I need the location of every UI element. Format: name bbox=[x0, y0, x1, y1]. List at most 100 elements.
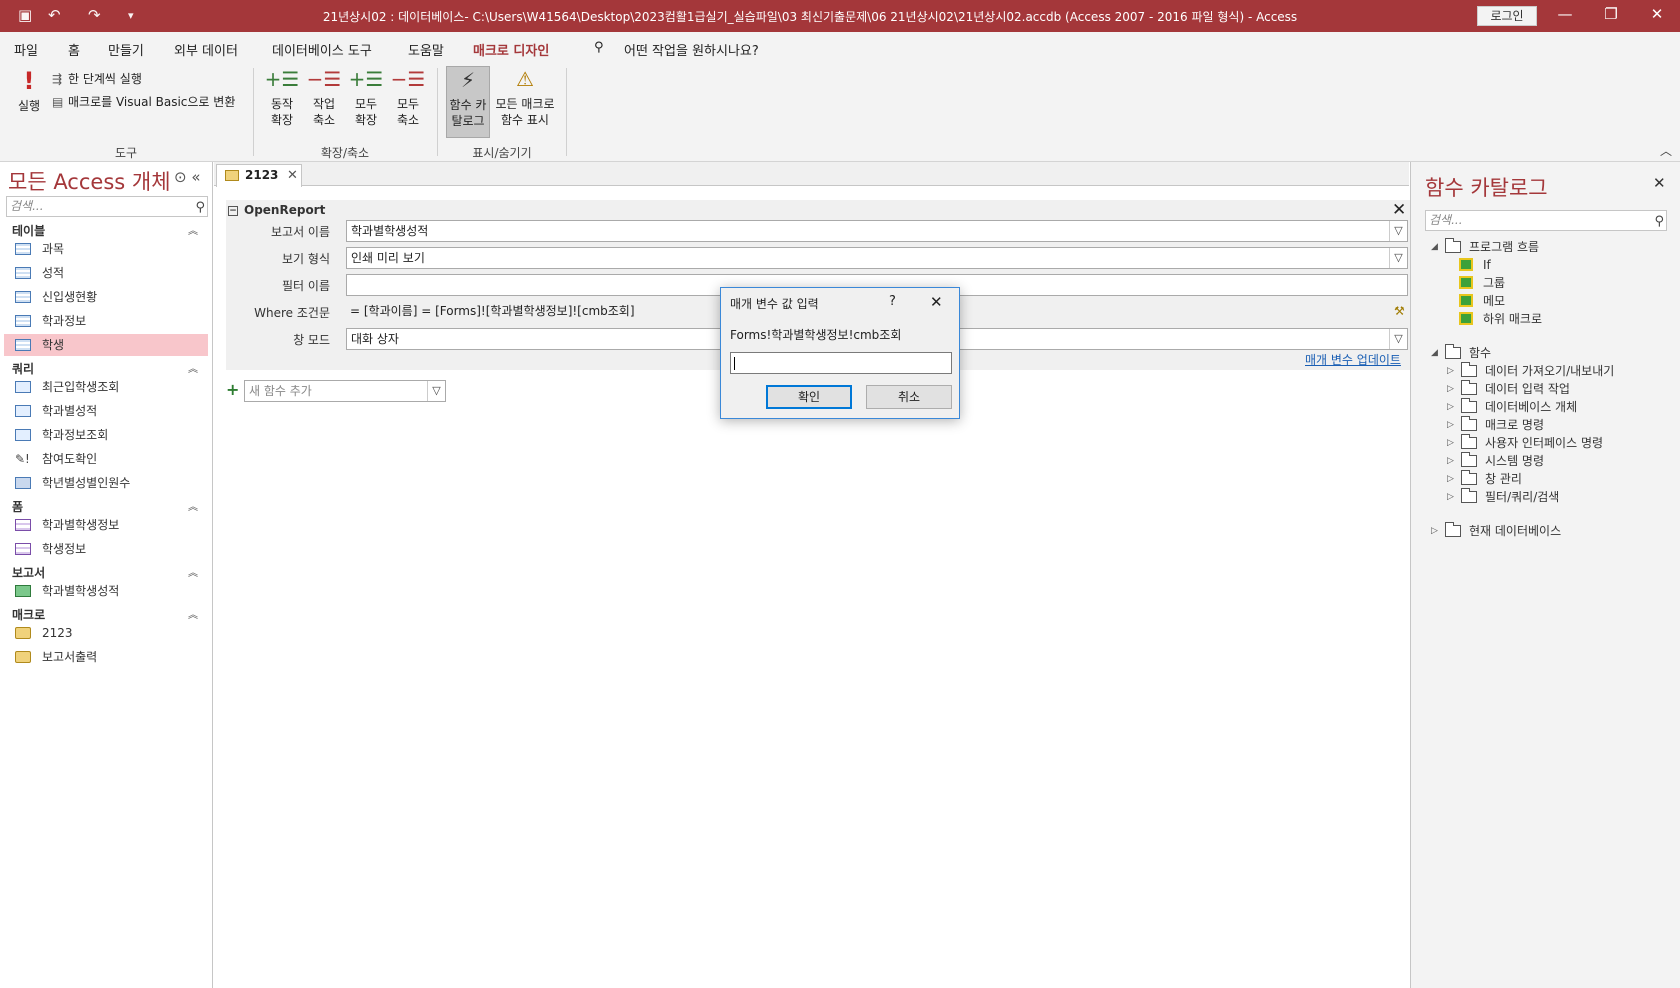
builder-icon[interactable]: ⚒ bbox=[1394, 304, 1405, 318]
collapsed-icon[interactable]: ▷ bbox=[1447, 398, 1454, 416]
update-parameters-link[interactable]: 매개 변수 업데이트 bbox=[1305, 351, 1401, 368]
collapsed-icon[interactable]: ▷ bbox=[1447, 452, 1454, 470]
close-catalog-icon[interactable]: ✕ bbox=[1653, 174, 1666, 192]
delete-action-icon[interactable]: ✕ bbox=[1392, 200, 1406, 220]
tab-help[interactable]: 도움말 bbox=[408, 40, 444, 59]
nav-section-macros[interactable]: 매크로 ︽ bbox=[12, 606, 198, 623]
help-icon[interactable]: ? bbox=[889, 294, 896, 309]
tab-macro-2123[interactable]: 2123 ✕ bbox=[216, 164, 302, 187]
collapse-section-icon[interactable]: ︽ bbox=[188, 222, 198, 237]
tree-folder[interactable]: ▷ 데이터베이스 개체 bbox=[1447, 398, 1677, 416]
nav-menu-icon[interactable]: ⊙ « bbox=[174, 168, 201, 186]
nav-item-query[interactable]: 학년별성별인원수 bbox=[4, 472, 208, 494]
dropdown-icon[interactable]: ▽ bbox=[1389, 248, 1407, 268]
nav-section-queries[interactable]: 쿼리 ︽ bbox=[12, 360, 198, 377]
tree-item-group[interactable]: 그룹 bbox=[1459, 274, 1659, 292]
collapse-section-icon[interactable]: ︽ bbox=[188, 606, 198, 621]
run-button[interactable]: ! 실행 bbox=[12, 68, 46, 114]
minimize-icon[interactable]: — bbox=[1550, 5, 1580, 23]
collapse-section-icon[interactable]: ︽ bbox=[188, 564, 198, 579]
show-all-actions-button[interactable]: ⚠ 모든 매크로 함수 표시 bbox=[492, 66, 558, 128]
collapse-all-button[interactable]: −☰ 모두 축소 bbox=[388, 66, 428, 128]
single-step-button[interactable]: ⇶ 한 단계씩 실행 bbox=[52, 70, 142, 87]
search-icon[interactable]: ⚲ bbox=[1654, 212, 1664, 231]
nav-title[interactable]: 모든 Access 개체 bbox=[8, 166, 171, 196]
tell-me-input[interactable]: 어떤 작업을 원하시나요? bbox=[624, 40, 759, 59]
restore-icon[interactable]: ❐ bbox=[1596, 5, 1626, 23]
tab-external-data[interactable]: 외부 데이터 bbox=[174, 40, 238, 59]
collapse-section-icon[interactable]: ︽ bbox=[188, 360, 198, 375]
tab-database-tools[interactable]: 데이터베이스 도구 bbox=[272, 40, 372, 59]
nav-item-form[interactable]: 학생정보 bbox=[4, 538, 208, 560]
expand-action-button[interactable]: +☰ 동작 확장 bbox=[262, 66, 302, 128]
show-all-label-2: 함수 표시 bbox=[501, 113, 549, 127]
report-name-combo[interactable]: 학과별학생성적 ▽ bbox=[346, 220, 1408, 242]
close-icon[interactable]: ✕ bbox=[1642, 5, 1672, 23]
tree-item-submacro[interactable]: 하위 매크로 bbox=[1459, 310, 1659, 328]
tab-home[interactable]: 홈 bbox=[68, 40, 80, 59]
tree-folder[interactable]: ▷ 창 관리 bbox=[1447, 470, 1677, 488]
tree-folder[interactable]: ▷ 사용자 인터페이스 명령 bbox=[1447, 434, 1677, 452]
login-button[interactable]: 로그인 bbox=[1477, 6, 1537, 26]
nav-item-table[interactable]: 학과정보 bbox=[4, 310, 208, 332]
tree-folder[interactable]: ▷ 필터/쿼리/검색 bbox=[1447, 488, 1677, 506]
dropdown-icon[interactable]: ▽ bbox=[1389, 329, 1407, 349]
tree-functions[interactable]: ◢ 함수 bbox=[1431, 344, 1671, 362]
collapse-action-icon[interactable]: − bbox=[228, 205, 238, 216]
parameter-value-input[interactable] bbox=[730, 352, 952, 374]
tree-folder[interactable]: ▷ 매크로 명령 bbox=[1447, 416, 1677, 434]
action-header[interactable]: − OpenReport bbox=[228, 203, 325, 217]
cancel-button[interactable]: 취소 bbox=[866, 385, 952, 409]
function-catalog-button[interactable]: ⚡ 함수 카 탈로그 bbox=[446, 66, 490, 138]
nav-section-tables[interactable]: 테이블 ︽ bbox=[12, 222, 198, 239]
convert-vb-button[interactable]: ▤ 매크로를 Visual Basic으로 변환 bbox=[52, 93, 235, 110]
nav-item-table[interactable]: 성적 bbox=[4, 262, 208, 284]
expanded-icon[interactable]: ◢ bbox=[1431, 238, 1438, 256]
tree-folder[interactable]: ▷ 시스템 명령 bbox=[1447, 452, 1677, 470]
expanded-icon[interactable]: ◢ bbox=[1431, 344, 1438, 362]
nav-item-query[interactable]: 학과별성적 bbox=[4, 400, 208, 422]
nav-item-query[interactable]: 학과정보조회 bbox=[4, 424, 208, 446]
collapsed-icon[interactable]: ▷ bbox=[1447, 416, 1454, 434]
collapsed-icon[interactable]: ▷ bbox=[1447, 362, 1454, 380]
tree-program-flow[interactable]: ◢ 프로그램 흐름 bbox=[1431, 238, 1671, 256]
nav-item-table[interactable]: 학생 bbox=[4, 334, 208, 356]
collapse-ribbon-icon[interactable]: ︿ bbox=[1660, 142, 1672, 159]
nav-item-report[interactable]: 학과별학생성적 bbox=[4, 580, 208, 602]
nav-section-forms[interactable]: 폼 ︽ bbox=[12, 498, 198, 515]
ok-button[interactable]: 확인 bbox=[766, 385, 852, 409]
nav-item-macro[interactable]: 2123 bbox=[4, 622, 208, 644]
close-dialog-icon[interactable]: ✕ bbox=[930, 293, 943, 311]
search-icon[interactable]: ⚲ bbox=[195, 198, 205, 217]
nav-item-query[interactable]: 최근입학생조회 bbox=[4, 376, 208, 398]
tree-item-comment[interactable]: 메모 bbox=[1459, 292, 1659, 310]
nav-item-macro[interactable]: 보고서출력 bbox=[4, 646, 208, 668]
nav-item-form[interactable]: 학과별학생정보 bbox=[4, 514, 208, 536]
catalog-search-input[interactable]: 검색... ⚲ bbox=[1425, 210, 1667, 231]
collapsed-icon[interactable]: ▷ bbox=[1447, 470, 1454, 488]
collapse-action-button[interactable]: −☰ 작업 축소 bbox=[304, 66, 344, 128]
expand-all-button[interactable]: +☰ 모두 확장 bbox=[346, 66, 386, 128]
collapsed-icon[interactable]: ▷ bbox=[1447, 434, 1454, 452]
add-new-action-combo[interactable]: 새 함수 추가 ▽ bbox=[244, 380, 446, 402]
nav-item-table[interactable]: 신입생현황 bbox=[4, 286, 208, 308]
nav-item-query[interactable]: ✎! 참여도확인 bbox=[4, 448, 208, 470]
tree-current-database[interactable]: ▷ 현재 데이터베이스 bbox=[1431, 522, 1671, 540]
collapsed-icon[interactable]: ▷ bbox=[1447, 380, 1454, 398]
tree-folder[interactable]: ▷ 데이터 가져오기/내보내기 bbox=[1447, 362, 1677, 380]
tab-create[interactable]: 만들기 bbox=[108, 40, 144, 59]
nav-item-label: 보고서출력 bbox=[42, 650, 98, 664]
collapsed-icon[interactable]: ▷ bbox=[1431, 522, 1438, 540]
close-tab-icon[interactable]: ✕ bbox=[287, 165, 298, 186]
nav-search-input[interactable]: 검색... ⚲ bbox=[6, 196, 208, 217]
tree-item-if[interactable]: If bbox=[1459, 256, 1659, 274]
tab-file[interactable]: 파일 bbox=[14, 40, 38, 59]
nav-section-reports[interactable]: 보고서 ︽ bbox=[12, 564, 198, 581]
collapse-section-icon[interactable]: ︽ bbox=[188, 498, 198, 513]
dropdown-icon[interactable]: ▽ bbox=[1389, 221, 1407, 241]
dropdown-icon[interactable]: ▽ bbox=[427, 381, 445, 401]
collapsed-icon[interactable]: ▷ bbox=[1447, 488, 1454, 506]
tree-folder[interactable]: ▷ 데이터 입력 작업 bbox=[1447, 380, 1677, 398]
nav-item-table[interactable]: 과목 bbox=[4, 238, 208, 260]
view-combo[interactable]: 인쇄 미리 보기 ▽ bbox=[346, 247, 1408, 269]
